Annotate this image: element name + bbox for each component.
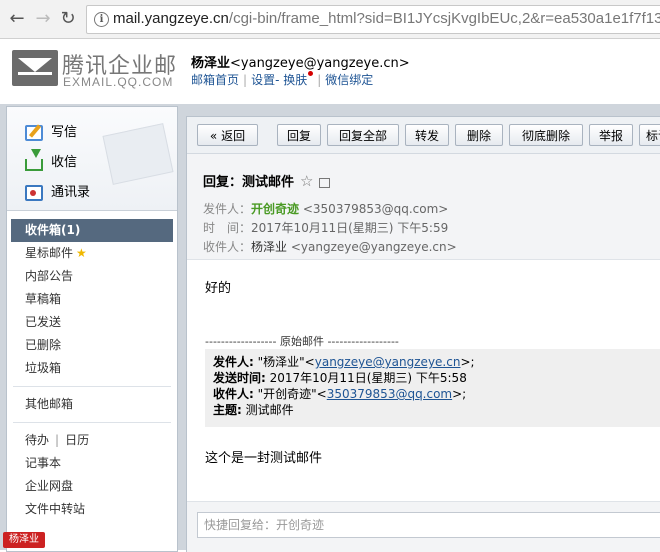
time-line: 时 间：2017年10月11日(星期三) 下午5:59: [203, 221, 449, 235]
calendar-link[interactable]: 日历: [65, 433, 89, 447]
quote-from-email[interactable]: yangzeye@yangzeye.cn: [315, 355, 461, 369]
back-button[interactable]: « 返回: [197, 124, 258, 146]
mail-header: 回复：测试邮件 ☆ 发件人：开创奇迹 <350379853@qq.com> 时 间…: [187, 154, 660, 260]
info-icon[interactable]: i: [94, 12, 109, 27]
address-bar[interactable]: i mail.yangzeye.cn/cgi-bin/frame_html?si…: [86, 5, 660, 34]
delete-button[interactable]: 删除: [455, 124, 503, 146]
sender-name[interactable]: 开创奇迹: [251, 202, 299, 216]
user-name: 杨泽业: [191, 56, 231, 71]
folder-announcements[interactable]: 内部公告: [7, 265, 177, 288]
exmail-logo[interactable]: 腾讯企业邮 EXMAIL.QQ.COM: [12, 48, 182, 92]
tools-row: 待办 | 日历: [25, 433, 90, 447]
header-links: 邮箱首页 | 设置- 换肤 | 微信绑定: [191, 71, 374, 87]
popout-icon[interactable]: [319, 177, 331, 188]
mail-toolbar: « 返回 回复 回复全部 转发 删除 彻底删除 举报 标记: [187, 117, 660, 154]
quote-to: 收件人: "开创奇迹"<350379853@qq.com>;: [213, 387, 467, 401]
notes-link[interactable]: 记事本: [7, 452, 177, 475]
quick-reply-input[interactable]: 快捷回复给：开创奇迹: [197, 512, 660, 538]
folder-drafts[interactable]: 草稿箱: [7, 288, 177, 311]
mail-subject: 回复：测试邮件 ☆: [203, 171, 331, 190]
settings-link[interactable]: 设置: [251, 73, 275, 87]
quick-actions: 写信 收信 通讯录: [7, 107, 177, 211]
quote-from: 发件人: "杨泽业"<yangzeye@yangzeye.cn>;: [213, 355, 475, 369]
compose-icon: [25, 124, 43, 141]
inbox-download-icon: [25, 148, 43, 171]
envelope-decoration: [102, 123, 174, 185]
sender-line: 发件人：开创奇迹 <350379853@qq.com>: [203, 202, 449, 216]
folder-sent[interactable]: 已发送: [7, 311, 177, 334]
skin-link[interactable]: 换肤: [283, 73, 307, 87]
file-transfer-link[interactable]: 文件中转站: [7, 498, 177, 521]
reply-all-button[interactable]: 回复全部: [327, 124, 399, 146]
forward-button[interactable]: 转发: [405, 124, 449, 146]
netdisk-link[interactable]: 企业网盘: [7, 475, 177, 498]
logo-mark-icon: [12, 50, 58, 86]
quick-reply-area: 快捷回复给：开创奇迹: [187, 501, 660, 552]
divider: [13, 386, 171, 387]
wechat-link[interactable]: 微信绑定: [325, 73, 373, 87]
folder-list: 收件箱(1) 星标邮件 ★ 内部公告 草稿箱 已发送 已删除 垃圾箱 其他邮箱 待…: [7, 211, 177, 521]
url-text: mail.yangzeye.cn/cgi-bin/frame_html?sid=…: [113, 10, 660, 27]
contacts-icon: [25, 184, 43, 201]
back-arrow-icon[interactable]: ←: [6, 8, 28, 30]
folder-deleted[interactable]: 已删除: [7, 334, 177, 357]
folder-other-mailboxes[interactable]: 其他邮箱: [7, 393, 177, 416]
quoted-original: 发件人: "杨泽业"<yangzeye@yangzeye.cn>; 发送时间: …: [205, 349, 660, 427]
sender-email: <350379853@qq.com>: [302, 202, 449, 216]
star-icon: ★: [76, 246, 87, 260]
recipient-name[interactable]: 杨泽业: [251, 240, 287, 254]
todo-link[interactable]: 待办: [25, 433, 49, 447]
report-button[interactable]: 举报: [589, 124, 633, 146]
home-link[interactable]: 邮箱首页: [191, 73, 239, 87]
notification-dot: [308, 71, 314, 76]
mail-body-text: 好的: [205, 281, 232, 296]
reply-button[interactable]: 回复: [277, 124, 321, 146]
logo-subtext: EXMAIL.QQ.COM: [63, 75, 174, 89]
quote-time: 发送时间: 2017年10月11日(星期三) 下午5:58: [213, 371, 467, 385]
mail-body-text-2: 这个是一封测试邮件: [205, 451, 323, 466]
sidebar: 写信 收信 通讯录 收件箱(1) 星标邮件 ★ 内部公告 草稿箱 已发送 已删除 …: [6, 106, 178, 552]
recipient-email: <yangzeye@yangzeye.cn>: [290, 240, 457, 254]
star-outline-icon[interactable]: ☆: [300, 172, 313, 190]
mark-button[interactable]: 标记: [639, 124, 660, 146]
folder-spam[interactable]: 垃圾箱: [7, 357, 177, 380]
quote-to-email[interactable]: 350379853@qq.com: [327, 387, 452, 401]
browser-toolbar: ← → ↻ i mail.yangzeye.cn/cgi-bin/frame_h…: [0, 0, 660, 39]
user-email: <yangzeye@yangzeye.cn>: [230, 56, 410, 71]
folder-starred[interactable]: 星标邮件 ★: [7, 242, 177, 265]
original-mail-separator: ------------------ 原始邮件 ----------------…: [205, 335, 399, 348]
write-mail-button[interactable]: 写信: [25, 121, 77, 141]
delete-permanently-button[interactable]: 彻底删除: [509, 124, 583, 146]
divider: [13, 422, 171, 423]
mail-time: 2017年10月11日(星期三) 下午5:59: [251, 221, 449, 235]
receive-mail-button[interactable]: 收信: [25, 148, 77, 171]
quote-subject: 主题: 测试邮件: [213, 403, 294, 417]
watermark-stamp: 杨泽业: [3, 532, 45, 548]
folder-inbox[interactable]: 收件箱(1): [11, 219, 173, 242]
recipient-line: 收件人：杨泽业 <yangzeye@yangzeye.cn>: [203, 240, 457, 254]
forward-arrow-icon[interactable]: →: [32, 8, 54, 30]
mail-view: « 返回 回复 回复全部 转发 删除 彻底删除 举报 标记 回复：测试邮件☆ 发…: [186, 116, 660, 552]
reload-icon[interactable]: ↻: [57, 8, 79, 30]
user-identity: 杨泽业<yangzeye@yangzeye.cn>: [191, 52, 410, 71]
contacts-button[interactable]: 通讯录: [25, 181, 90, 201]
